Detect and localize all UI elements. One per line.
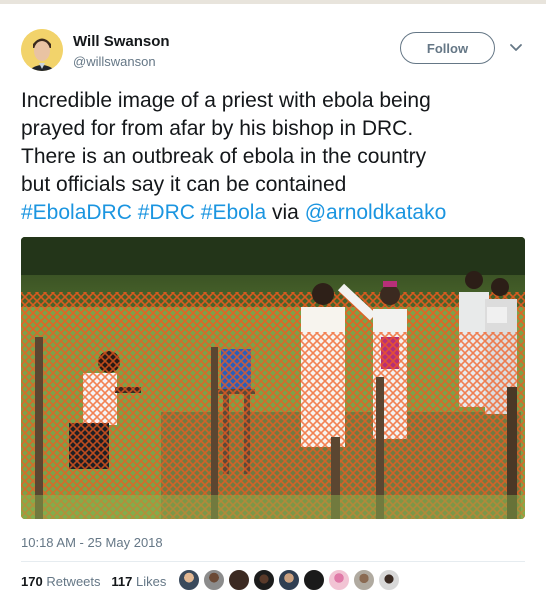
liker-avatar[interactable] bbox=[178, 569, 200, 591]
author-avatar[interactable] bbox=[21, 29, 63, 71]
tweet-text-line: prayed for from afar by his bishop in DR… bbox=[21, 117, 414, 140]
hashtag-link[interactable]: #DRC bbox=[138, 201, 195, 224]
tweet-header: Will Swanson @willswanson Follow bbox=[21, 29, 531, 73]
likes-count[interactable]: 117 bbox=[111, 574, 132, 589]
tweet-photo[interactable] bbox=[21, 237, 525, 519]
mention-link[interactable]: @arnoldkatako bbox=[305, 201, 447, 224]
tweet-timestamp[interactable]: 10:18 AM - 25 May 2018 bbox=[21, 535, 163, 550]
follow-button[interactable]: Follow bbox=[400, 32, 495, 64]
hashtag-link[interactable]: #EbolaDRC bbox=[21, 201, 132, 224]
author-handle[interactable]: @willswanson bbox=[73, 54, 156, 69]
via-text: via bbox=[272, 201, 299, 224]
tweet-text-line: There is an outbreak of ebola in the cou… bbox=[21, 145, 427, 168]
tweet-tags-line: #EbolaDRC #DRC #Ebola via @arnoldkatako bbox=[21, 199, 531, 227]
liker-avatar[interactable] bbox=[253, 569, 275, 591]
liker-avatar[interactable] bbox=[353, 569, 375, 591]
liker-avatar[interactable] bbox=[278, 569, 300, 591]
divider bbox=[21, 561, 525, 562]
liker-avatar[interactable] bbox=[378, 569, 400, 591]
liker-avatar[interactable] bbox=[303, 569, 325, 591]
engagement-stats: 170 Retweets 117 Likes bbox=[21, 574, 166, 589]
likes-label[interactable]: Likes bbox=[136, 574, 166, 589]
hashtag-link[interactable]: #Ebola bbox=[201, 201, 266, 224]
chevron-down-icon[interactable] bbox=[509, 41, 523, 55]
author-name[interactable]: Will Swanson bbox=[73, 33, 170, 50]
tweet-text-line: but officials say it can be contained bbox=[21, 173, 347, 196]
liker-avatar[interactable] bbox=[228, 569, 250, 591]
retweets-count[interactable]: 170 bbox=[21, 574, 43, 589]
liker-avatar[interactable] bbox=[203, 569, 225, 591]
tweet-text: Incredible image of a priest with ebola … bbox=[21, 87, 531, 227]
liker-avatar[interactable] bbox=[328, 569, 350, 591]
retweets-label[interactable]: Retweets bbox=[46, 574, 100, 589]
top-strip bbox=[0, 0, 546, 4]
tweet-text-line: Incredible image of a priest with ebola … bbox=[21, 89, 431, 112]
